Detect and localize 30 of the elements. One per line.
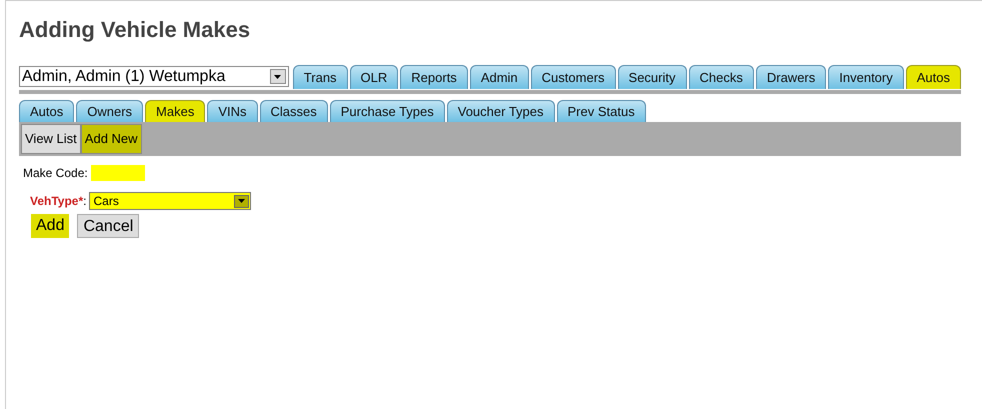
- form-button[interactable]: Cancel: [77, 214, 140, 238]
- tab[interactable]: Security: [618, 65, 686, 89]
- make-code-label: Make Code:: [23, 165, 88, 182]
- action-button[interactable]: Add New: [80, 124, 142, 154]
- tab[interactable]: Trans: [292, 65, 348, 89]
- tab[interactable]: Admin: [470, 65, 529, 89]
- tab[interactable]: Makes: [145, 100, 206, 122]
- tab[interactable]: Autos: [906, 65, 961, 89]
- tab[interactable]: Owners: [76, 100, 144, 122]
- tab[interactable]: Reports: [400, 65, 468, 89]
- veh-type-label: VehType*:: [30, 193, 86, 210]
- caret-icon: [238, 199, 246, 203]
- tab[interactable]: Inventory: [828, 65, 904, 89]
- caret-icon: [274, 74, 282, 78]
- tab[interactable]: Drawers: [756, 65, 826, 89]
- tab[interactable]: Customers: [530, 65, 616, 89]
- tab[interactable]: Classes: [260, 100, 328, 122]
- tab[interactable]: Purchase Types: [330, 100, 445, 122]
- tab[interactable]: Prev Status: [556, 100, 646, 122]
- make-code-field[interactable]: [90, 165, 145, 181]
- tab[interactable]: Autos: [19, 100, 74, 122]
- tab[interactable]: OLR: [350, 65, 398, 89]
- action-button[interactable]: View List: [21, 124, 81, 154]
- form-button[interactable]: Add: [31, 214, 70, 238]
- tab[interactable]: VINs: [207, 100, 258, 122]
- veh-type-select[interactable]: Cars: [89, 192, 252, 210]
- tab[interactable]: Checks: [688, 65, 754, 89]
- location-select[interactable]: Admin, Admin (1) Wetumpka: [19, 66, 289, 87]
- tab[interactable]: Voucher Types: [446, 100, 555, 122]
- page-title: Adding Vehicle Makes: [19, 16, 252, 44]
